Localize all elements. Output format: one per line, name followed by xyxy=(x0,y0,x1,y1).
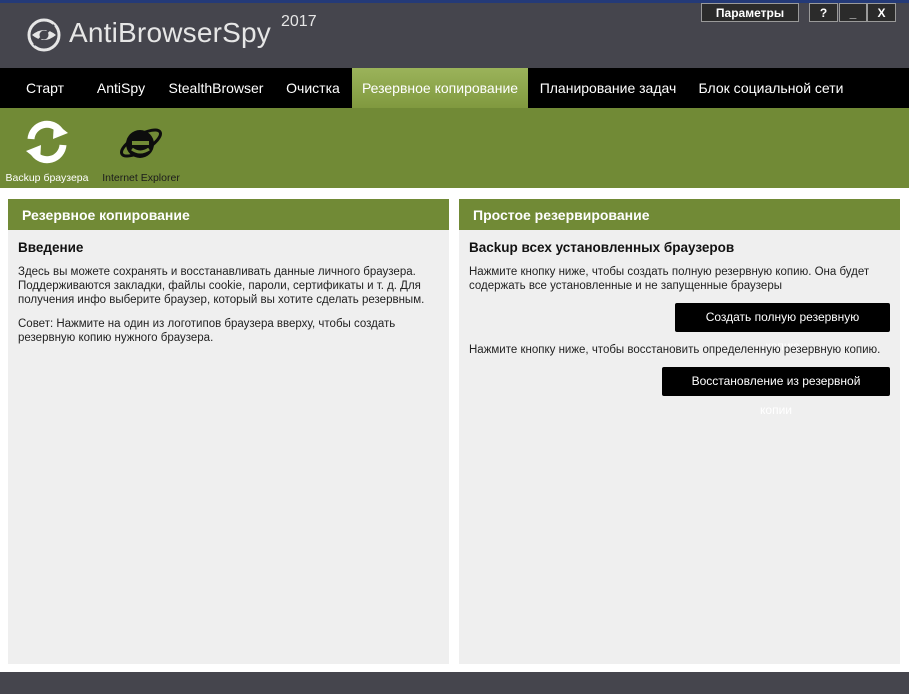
status-bar xyxy=(0,672,909,694)
refresh-icon xyxy=(26,120,68,164)
tab-social-block[interactable]: Блок социальной сети xyxy=(690,68,852,108)
tip-text: Совет: Нажмите на один из логотипов брау… xyxy=(18,318,396,344)
panel-header: Резервное копирование xyxy=(8,199,449,230)
panel-header: Простое резервирование xyxy=(459,199,900,230)
main-nav: Старт AntiSpy StealthBrowser Очистка Рез… xyxy=(0,68,909,108)
app-title: AntiBrowserSpy xyxy=(69,17,271,48)
restore-backup-button[interactable]: Восстановление из резервной копии xyxy=(662,367,890,417)
tab-antispy[interactable]: AntiSpy xyxy=(88,68,154,108)
internet-explorer-button[interactable]: Internet Explorer xyxy=(98,108,184,188)
close-button[interactable]: X xyxy=(867,3,896,22)
backup-browser-label: Backup браузера xyxy=(5,172,89,184)
panel-subtitle: Введение xyxy=(18,240,84,255)
help-button[interactable]: ? xyxy=(809,3,838,22)
tab-start[interactable]: Старт xyxy=(15,68,75,108)
parameters-button[interactable]: Параметры xyxy=(701,3,799,22)
tab-backup[interactable]: Резервное копирование xyxy=(352,68,528,108)
tab-task-scheduler[interactable]: Планирование задач xyxy=(533,68,683,108)
eye-logo-icon xyxy=(27,18,61,52)
title-bar: AntiBrowserSpy 2017 Параметры ? _ X xyxy=(0,0,909,68)
full-backup-text: Нажмите кнопку ниже, чтобы создать полну… xyxy=(469,266,870,292)
intro-text: Здесь вы можете сохранять и восстанавлив… xyxy=(18,266,425,306)
panel-subtitle: Backup всех установленных браузеров xyxy=(469,240,735,255)
minimize-button[interactable]: _ xyxy=(839,3,867,22)
backup-browser-button[interactable]: Backup браузера xyxy=(2,108,92,188)
create-full-backup-button[interactable]: Создать полную резервную копию xyxy=(675,303,890,353)
tab-stealthbrowser[interactable]: StealthBrowser xyxy=(162,68,270,108)
simple-backup-panel: Простое резервирование Backup всех устан… xyxy=(459,199,900,664)
app-year: 2017 xyxy=(281,13,317,30)
internet-explorer-label: Internet Explorer xyxy=(102,172,180,184)
restore-text: Нажмите кнопку ниже, чтобы восстановить … xyxy=(469,344,881,356)
internet-explorer-icon xyxy=(120,128,162,158)
tab-cleanup[interactable]: Очистка xyxy=(278,68,348,108)
browser-toolbar: Backup браузера Internet Explorer xyxy=(0,108,909,188)
backup-info-panel: Резервное копирование Введение Здесь вы … xyxy=(8,199,449,664)
